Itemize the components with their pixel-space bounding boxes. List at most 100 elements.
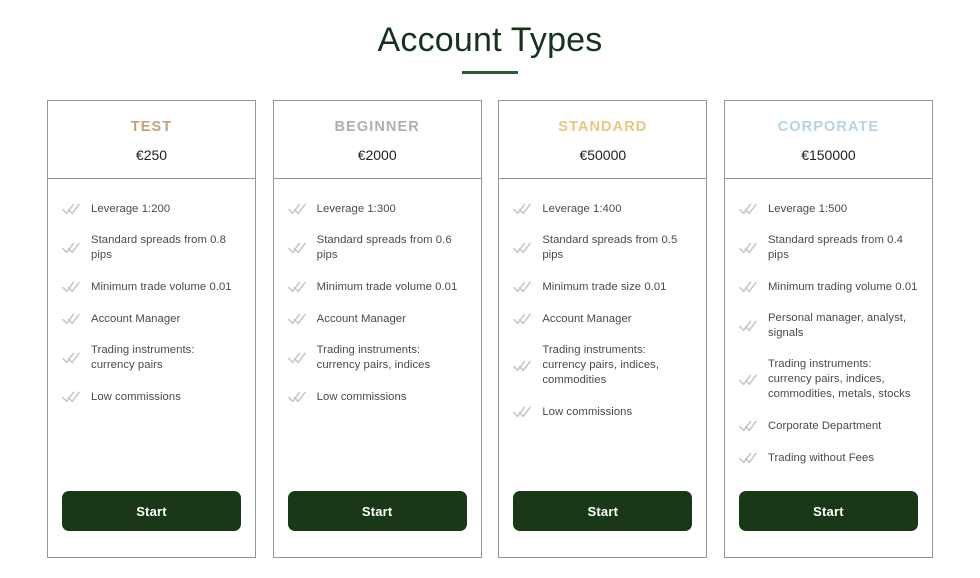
feature-item: Low commissions [287,389,467,405]
double-check-icon [62,351,82,365]
feature-item: Standard spreads from 0.8 pips [62,233,241,263]
title-underline-accent [462,71,518,74]
double-check-icon [513,405,533,419]
double-check-icon [287,351,308,365]
feature-item: Minimum trading volume 0.01 [739,279,918,295]
feature-item: Corporate Department [739,418,918,434]
double-check-icon [513,280,533,294]
plan-price: €250 [135,146,168,163]
double-check-icon [62,241,82,255]
start-button[interactable]: Start [287,491,467,531]
feature-list: Leverage 1:500 Standard spreads from 0.4 … [739,201,918,482]
page-title: Account Types [377,21,603,59]
feature-item: Standard spreads from 0.5 pips [513,233,692,263]
double-check-icon [287,312,308,326]
feature-label: Leverage 1:500 [767,202,848,215]
feature-list: Leverage 1:400 Standard spreads from 0.5 … [513,201,692,436]
feature-item: Leverage 1:200 [62,201,241,217]
double-check-icon [513,241,533,255]
plan-price: €50000 [579,146,627,163]
feature-item: Leverage 1:500 [739,201,918,217]
start-button[interactable]: Start [62,491,241,531]
pricing-card: STANDARD €50000 Leverage 1:400 Standard spr… [498,100,708,558]
feature-item: Trading instruments: currency pairs, ind… [739,357,918,402]
feature-item: Minimum trade volume 0.01 [62,279,241,295]
card-footer: Start [499,491,706,557]
pricing-cards-row: TEST €250 Leverage 1:200 Standard spreads f… [47,100,933,558]
feature-list: Leverage 1:200 Standard spreads from 0.8 … [62,201,241,421]
feature-label: Leverage 1:200 [91,202,171,215]
feature-item: Trading instruments: currency pairs, ind… [513,343,692,388]
card-header: BEGINNER €2000 [273,101,481,179]
start-button[interactable]: Start [738,491,918,531]
feature-label: Account Manager [542,312,632,325]
double-check-icon [62,280,82,294]
feature-list: Leverage 1:300 Standard spreads from 0.6 … [287,201,467,421]
feature-label: Trading without Fees [767,451,875,464]
feature-label: Account Manager [91,312,181,325]
feature-label: Trading instruments: currency pairs, ind… [542,344,660,386]
card-header: STANDARD €50000 [499,101,707,179]
feature-label: Personal manager, analyst, signals [767,312,907,339]
double-check-icon [62,390,82,404]
double-check-icon [287,280,308,294]
plan-name: TEST [130,118,173,135]
feature-label: Leverage 1:400 [542,202,622,215]
plan-price: €150000 [801,146,856,163]
feature-label: Standard spreads from 0.5 pips [542,234,678,261]
feature-item: Account Manager [62,311,241,327]
card-footer: Start [725,491,932,557]
plan-name: CORPORATE [777,118,880,135]
double-check-icon [739,280,759,294]
double-check-icon [739,202,759,216]
card-footer: Start [48,491,255,557]
feature-label: Trading instruments: currency pairs [91,344,195,371]
feature-label: Minimum trading volume 0.01 [767,280,918,293]
pricing-card: BEGINNER €2000 Leverage 1:300 Standard spre… [272,100,482,558]
double-check-icon [287,202,308,216]
double-check-icon [739,241,759,255]
feature-item: Minimum trade size 0.01 [513,279,692,295]
feature-label: Standard spreads from 0.4 pips [767,234,903,261]
feature-label: Standard spreads from 0.6 pips [316,234,452,261]
feature-label: Account Manager [316,312,406,325]
feature-item: Trading without Fees [739,450,918,466]
feature-item: Standard spreads from 0.6 pips [287,233,467,263]
feature-item: Standard spreads from 0.4 pips [739,233,918,263]
double-check-icon [513,359,533,373]
double-check-icon [739,373,759,387]
card-footer: Start [274,491,481,557]
feature-label: Low commissions [542,405,633,418]
feature-item: Account Manager [513,311,692,327]
feature-label: Trading instruments: currency pairs, ind… [316,344,431,371]
feature-item: Minimum trade volume 0.01 [287,279,467,295]
plan-name: STANDARD [558,118,648,135]
feature-label: Low commissions [316,390,407,403]
card-body: Leverage 1:200 Standard spreads from 0.8 … [48,179,255,491]
feature-label: Corporate Department [767,419,882,432]
feature-item: Personal manager, analyst, signals [739,311,918,341]
account-types-page: Account Types TEST €250 Leverage 1:200 Stan… [0,0,980,578]
feature-label: Leverage 1:300 [316,202,396,215]
feature-label: Low commissions [91,390,181,403]
card-body: Leverage 1:400 Standard spreads from 0.5 … [499,179,706,491]
plan-name: BEGINNER [334,118,420,135]
feature-label: Minimum trade volume 0.01 [91,280,232,293]
double-check-icon [62,202,82,216]
double-check-icon [62,312,82,326]
card-body: Leverage 1:300 Standard spreads from 0.6 … [274,179,481,491]
feature-item: Account Manager [287,311,467,327]
feature-item: Trading instruments: currency pairs, ind… [287,343,467,373]
pricing-card: CORPORATE €150000 Leverage 1:500 Standard s… [723,100,933,558]
card-header: TEST €250 [48,101,255,179]
feature-item: Trading instruments: currency pairs [62,343,241,373]
start-button[interactable]: Start [513,491,693,531]
double-check-icon [739,319,759,333]
feature-item: Leverage 1:400 [513,201,692,217]
page-header: Account Types [0,18,980,74]
feature-label: Minimum trade size 0.01 [542,280,667,293]
feature-label: Minimum trade volume 0.01 [316,280,458,293]
feature-label: Standard spreads from 0.8 pips [91,234,227,261]
double-check-icon [287,390,308,404]
double-check-icon [739,419,759,433]
